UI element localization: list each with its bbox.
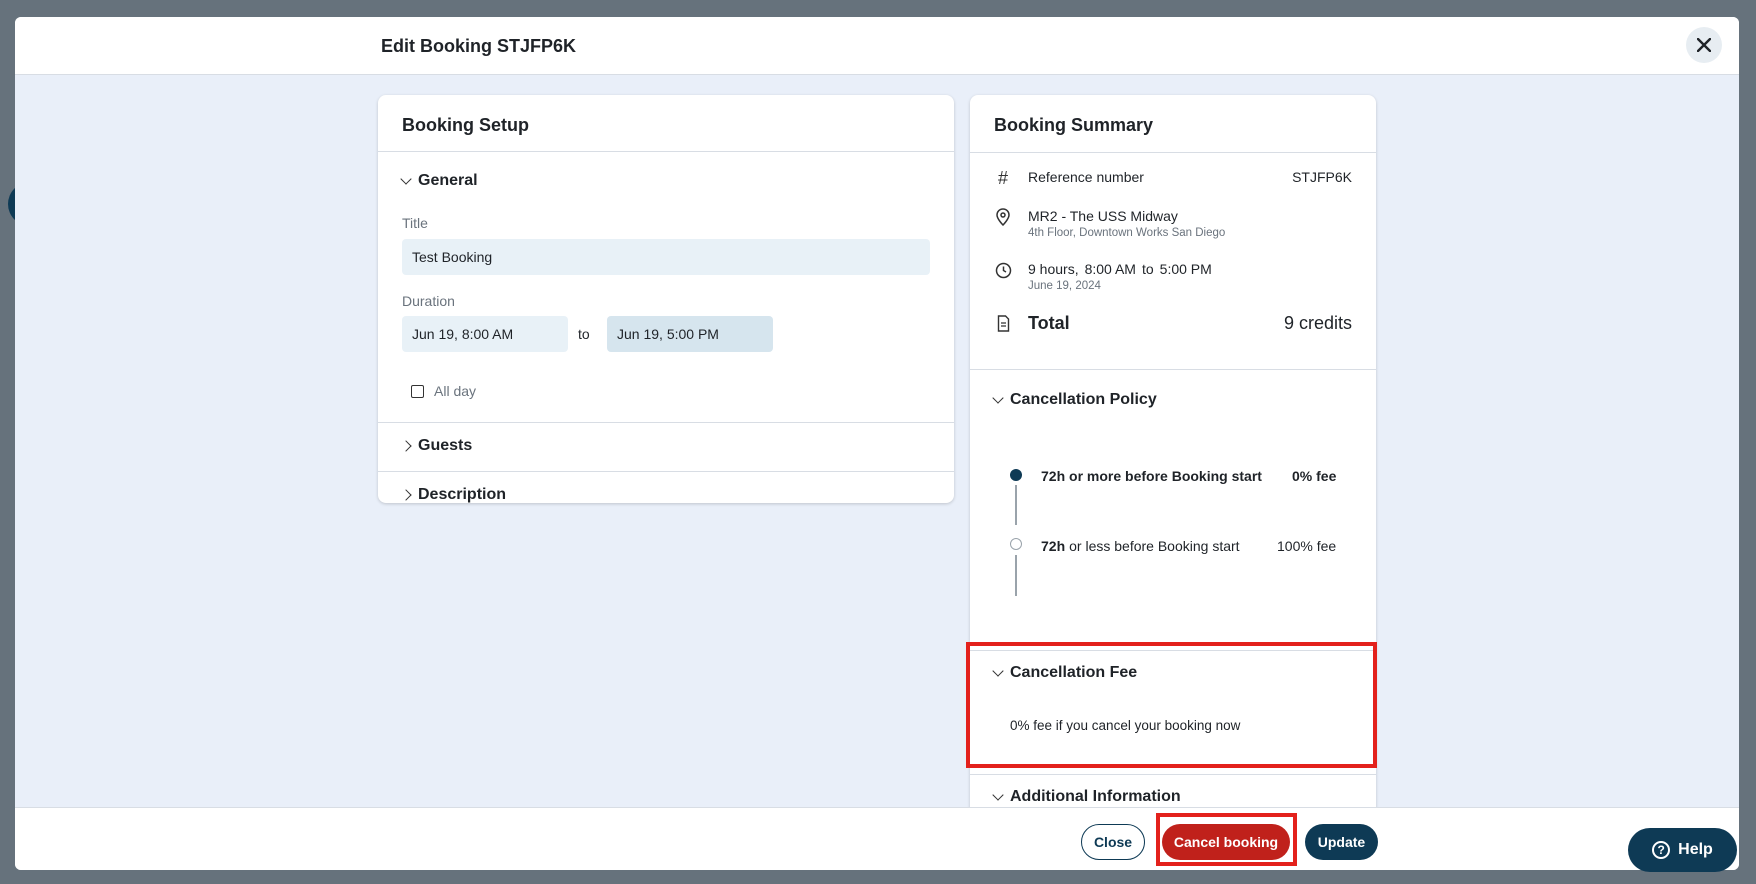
chevron-down-icon	[992, 392, 1004, 404]
location-pin-icon	[994, 208, 1012, 226]
divider	[970, 152, 1376, 153]
timeline-line	[1015, 555, 1017, 596]
policy-tier2-fee: 100% fee	[1277, 538, 1337, 554]
close-icon	[1697, 38, 1711, 52]
divider	[378, 471, 954, 472]
additional-info-label: Additional Information	[1010, 788, 1181, 805]
reference-row: # Reference number STJFP6K	[994, 167, 1352, 188]
booking-summary-title: Booking Summary	[994, 115, 1154, 135]
duration-to-label: to	[578, 326, 590, 342]
modal-footer: Close Cancel booking Update	[15, 807, 1739, 870]
update-button[interactable]: Update	[1305, 824, 1378, 860]
duration-label: Duration	[402, 293, 455, 309]
end-datetime-input[interactable]: Jun 19, 5:00 PM	[607, 316, 773, 352]
cancellation-policy-label: Cancellation Policy	[1010, 391, 1157, 408]
divider	[970, 774, 1376, 775]
hash-icon: #	[997, 167, 1008, 188]
policy-tier1-text: 72h or more before Booking start	[1041, 468, 1262, 484]
time-to: to	[1141, 261, 1154, 277]
modal-title: Edit Booking STJFP6K	[381, 36, 577, 56]
booking-setup-card: Booking Setup General Title Test Booking…	[378, 95, 954, 503]
location-row: MR2 - The USS Midway 4th Floor, Downtown…	[994, 208, 1225, 239]
time-row: 9 hours, 8:00 AM to 5:00 PM June 19, 202…	[994, 261, 1212, 292]
clock-icon	[994, 261, 1012, 279]
timeline-dot-active	[1010, 469, 1022, 481]
start-datetime-input[interactable]: Jun 19, 8:00 AM	[402, 316, 568, 352]
close-button[interactable]: Close	[1081, 824, 1145, 860]
booking-setup-title: Booking Setup	[402, 115, 529, 135]
general-section-toggle[interactable]: General	[400, 172, 478, 190]
modal-header: Edit Booking STJFP6K	[15, 17, 1739, 75]
chevron-right-icon	[400, 440, 412, 452]
policy-tier2-text: or less before Booking start	[1069, 538, 1240, 554]
all-day-checkbox-row[interactable]: All day	[411, 383, 476, 399]
title-label: Title	[402, 215, 428, 231]
receipt-icon	[994, 315, 1012, 333]
description-section-label: Description	[418, 486, 507, 503]
room-name: MR2 - The USS Midway	[1028, 208, 1178, 224]
reference-label: Reference number	[1028, 169, 1144, 185]
help-icon: ?	[1652, 841, 1671, 859]
policy-tier2-row: 72h or less before Booking start	[1041, 538, 1240, 554]
divider	[378, 422, 954, 423]
help-label: Help	[1678, 841, 1713, 858]
cancellation-fee-highlight	[966, 642, 1377, 768]
booking-setup-header: Booking Setup	[378, 95, 954, 152]
general-section-label: General	[418, 172, 478, 189]
total-label: Total	[1028, 313, 1070, 333]
guests-section-toggle[interactable]: Guests	[400, 437, 473, 455]
time-duration: 9 hours,	[1028, 261, 1079, 277]
reference-value: STJFP6K	[1292, 169, 1352, 185]
timeline-dot-inactive	[1010, 538, 1022, 550]
help-button[interactable]: ? Help	[1628, 828, 1737, 872]
guests-section-label: Guests	[418, 437, 473, 454]
chevron-down-icon	[992, 789, 1004, 801]
description-section-toggle[interactable]: Description	[400, 486, 507, 503]
policy-tier2-bold: 72h	[1041, 538, 1066, 554]
room-location: 4th Floor, Downtown Works San Diego	[1028, 227, 1226, 239]
cancellation-policy-toggle[interactable]: Cancellation Policy	[992, 391, 1157, 409]
chevron-down-icon	[400, 173, 412, 185]
modal-close-button[interactable]	[1686, 27, 1722, 63]
time-date: June 19, 2024	[1028, 280, 1101, 292]
total-row: Total 9 credits	[994, 313, 1352, 334]
chevron-right-icon	[400, 489, 412, 501]
all-day-label: All day	[434, 383, 477, 399]
divider	[970, 369, 1376, 370]
time-end: 5:00 PM	[1159, 261, 1212, 277]
timeline-line	[1015, 485, 1017, 525]
policy-tier1-fee: 0% fee	[1292, 468, 1337, 484]
cancel-button-highlight	[1156, 813, 1297, 866]
edit-booking-modal: Edit Booking STJFP6K Booking Setup Gener…	[15, 17, 1739, 870]
time-start: 8:00 AM	[1084, 261, 1136, 277]
total-value: 9 credits	[1283, 313, 1352, 333]
all-day-checkbox[interactable]	[411, 384, 424, 398]
additional-info-toggle[interactable]: Additional Information	[992, 788, 1181, 806]
title-input[interactable]: Test Booking	[402, 239, 930, 275]
